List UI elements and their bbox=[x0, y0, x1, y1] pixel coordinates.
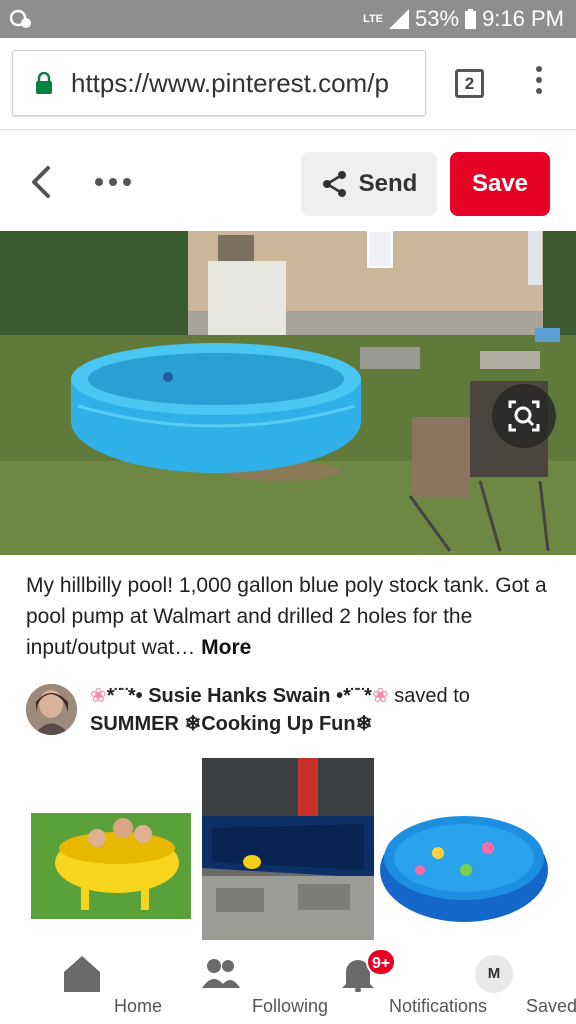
attribution-line: ❀*¨¨*• Susie Hanks Swain •*¨¨*❀ saved to bbox=[90, 684, 470, 708]
nav-saved-label: Saved bbox=[526, 996, 576, 1016]
lock-icon bbox=[36, 72, 52, 94]
magnifier-icon bbox=[508, 400, 540, 432]
description-text: My hillbilly pool! 1,000 gallon blue pol… bbox=[26, 574, 547, 659]
nav-home[interactable]: Home bbox=[60, 940, 200, 1024]
more-options-icon[interactable] bbox=[95, 178, 131, 188]
related-pin-block-pool[interactable] bbox=[202, 758, 374, 940]
nav-home-label: Home bbox=[114, 996, 163, 1016]
send-label: Send bbox=[358, 170, 418, 197]
user-avatar[interactable] bbox=[26, 684, 77, 735]
notification-badge: 9+ bbox=[366, 948, 397, 976]
flower-icon: ❀ bbox=[90, 685, 107, 707]
tab-switcher-button[interactable]: 2 bbox=[455, 69, 484, 98]
back-arrow-icon[interactable] bbox=[28, 164, 54, 200]
status-bar: LTE 53% 9:16 PM bbox=[0, 0, 576, 38]
share-icon bbox=[322, 171, 346, 197]
browser-toolbar: https://www.pinterest.com/p 2 bbox=[0, 38, 576, 130]
nav-following-label: Following bbox=[252, 996, 329, 1016]
board-name-link[interactable]: SUMMER ❄Cooking Up Fun❄ bbox=[90, 712, 372, 736]
related-pin-kiddie-pool[interactable] bbox=[378, 758, 550, 940]
name-suffix: •*¨¨* bbox=[336, 685, 372, 707]
browser-menu-icon[interactable] bbox=[533, 66, 545, 100]
flower-icon: ❀ bbox=[371, 685, 389, 707]
url-text[interactable]: https://www.pinterest.com/p bbox=[71, 68, 389, 99]
signal-icon bbox=[389, 9, 410, 29]
saved-to-text: saved to bbox=[394, 685, 470, 707]
user-name-link[interactable]: Susie Hanks Swain bbox=[148, 685, 330, 707]
people-icon bbox=[202, 959, 240, 988]
nav-notifications-label: Notifications bbox=[389, 996, 488, 1016]
clock: 9:16 PM bbox=[482, 6, 564, 31]
name-prefix: *¨¨*• bbox=[106, 685, 143, 707]
related-pin-hot-tub[interactable] bbox=[25, 758, 197, 940]
visual-search-lens-button[interactable] bbox=[492, 384, 556, 448]
nav-following[interactable]: Following bbox=[198, 940, 348, 1024]
pin-image[interactable] bbox=[0, 231, 576, 555]
app-notification-icon bbox=[10, 9, 31, 28]
profile-avatar[interactable]: M bbox=[475, 955, 513, 993]
pin-attribution: ❀*¨¨*• Susie Hanks Swain •*¨¨*❀ saved to… bbox=[26, 684, 566, 740]
save-button[interactable]: Save bbox=[450, 152, 550, 216]
battery-icon bbox=[465, 9, 477, 29]
battery-percent: 53% bbox=[415, 6, 460, 31]
home-icon bbox=[64, 956, 100, 992]
nav-saved[interactable]: Saved bbox=[510, 940, 576, 1024]
pin-description: My hillbilly pool! 1,000 gallon blue pol… bbox=[26, 570, 556, 663]
send-button[interactable]: Send bbox=[301, 152, 437, 216]
network-type: LTE bbox=[363, 13, 384, 25]
more-link[interactable]: More bbox=[201, 636, 251, 659]
url-bar[interactable]: https://www.pinterest.com/p bbox=[12, 50, 426, 116]
